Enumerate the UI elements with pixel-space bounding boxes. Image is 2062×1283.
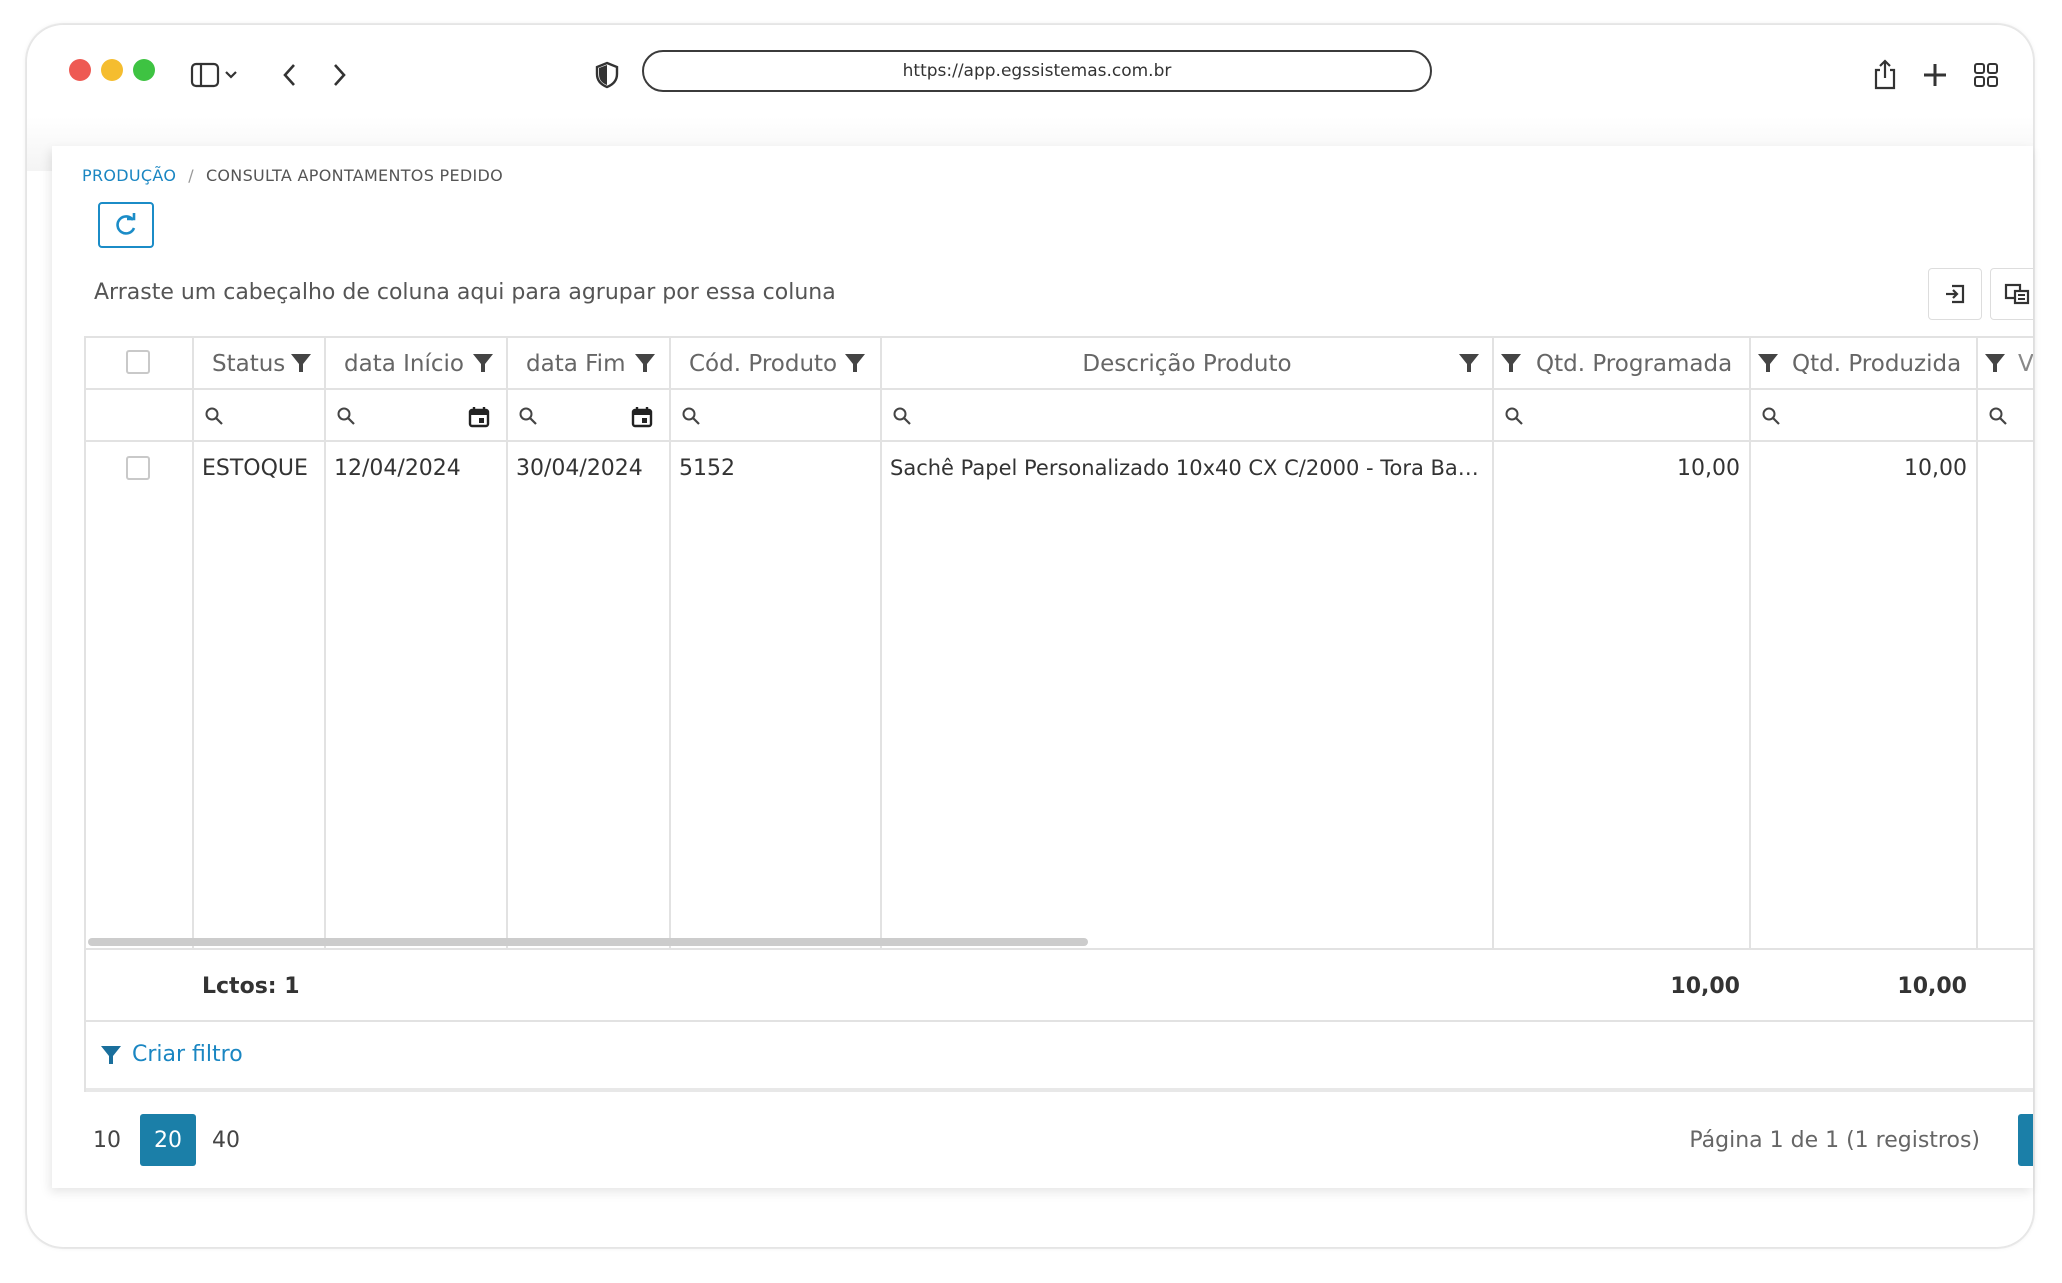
data-grid: Status data Início data Fim Cód. Produto… [84,336,2033,1092]
export-icon [1946,284,1965,304]
create-filter-label: Criar filtro [132,1042,243,1067]
column-header-truncated[interactable]: V [2018,338,2033,390]
create-filter-link[interactable]: Criar filtro [100,1042,243,1067]
summary-qtd-produzida: 10,00 [1897,974,1967,999]
pager: 10 20 40 Página 1 de 1 (1 registros) 1 [84,1106,2033,1166]
refresh-button[interactable] [98,202,154,248]
filter-funnel-icon[interactable] [1984,352,2006,374]
forward-arrow-icon[interactable] [329,61,349,89]
filter-funnel-icon[interactable] [1458,352,1480,374]
url-bar[interactable]: https://app.egssistemas.com.br [642,50,1432,92]
column-header-descricao[interactable]: Descrição Produto [882,338,1492,390]
minimize-window-button[interactable] [101,59,123,81]
column-header-status[interactable]: Status [212,338,285,390]
tab-overview-icon[interactable] [1973,62,1999,88]
close-window-button[interactable] [69,59,91,81]
breadcrumb-parent-link[interactable]: PRODUÇÃO [82,166,176,185]
row-checkbox[interactable] [126,456,150,480]
column-header-data-inicio[interactable]: data Início [344,338,464,390]
page-size-40[interactable]: 40 [204,1114,248,1166]
page-info: Página 1 de 1 (1 registros) [1689,1128,1980,1153]
new-tab-plus-icon[interactable] [1922,62,1948,88]
search-icon[interactable] [518,406,538,426]
filter-funnel-icon[interactable] [844,352,866,374]
maximize-window-button[interactable] [133,59,155,81]
search-icon[interactable] [892,406,912,426]
refresh-icon [116,213,136,235]
sidebar-toggle-icon[interactable] [190,61,238,89]
page-number-button[interactable]: 1 [2018,1114,2033,1166]
column-chooser-button[interactable] [1990,268,2033,320]
column-chooser-icon [2004,283,2030,305]
cell-data-inicio: 12/04/2024 [334,456,461,481]
cell-qtd-produzida: 10,00 [1904,456,1967,481]
summary-qtd-programada: 10,00 [1670,974,1740,999]
filter-funnel-icon [101,1045,121,1064]
column-header-data-fim[interactable]: data Fim [526,338,625,390]
filter-funnel-icon[interactable] [1500,352,1522,374]
filter-builder-row: Criar filtro [86,1022,2033,1092]
column-header-qtd-produzida[interactable]: Qtd. Produzida [1792,338,1961,390]
cell-qtd-programada: 10,00 [1677,456,1740,481]
search-icon[interactable] [204,406,224,426]
group-by-hint: Arraste um cabeçalho de coluna aqui para… [94,280,836,305]
horizontal-scrollbar[interactable] [88,938,1088,946]
cell-descricao: Sachê Papel Personalizado 10x40 CX C/200… [890,456,1482,480]
calendar-icon[interactable] [631,406,653,428]
column-header-qtd-programada[interactable]: Qtd. Programada [1536,338,1732,390]
cell-status: ESTOQUE [202,456,308,481]
breadcrumb: PRODUÇÃO / CONSULTA APONTAMENTOS PEDIDO [82,166,503,185]
share-icon[interactable] [1872,59,1898,91]
page-size-20[interactable]: 20 [140,1114,196,1166]
page-size-10[interactable]: 10 [90,1114,124,1166]
filter-funnel-icon[interactable] [290,352,312,374]
page-content: PRODUÇÃO / CONSULTA APONTAMENTOS PEDIDO Ar… [52,146,2033,1188]
grid-filter-row [86,390,2033,442]
browser-toolbar: https://app.egssistemas.com.br [27,25,2033,117]
breadcrumb-separator: / [188,166,194,185]
summary-count: Lctos: 1 [202,974,300,999]
search-icon[interactable] [1504,406,1524,426]
search-icon[interactable] [1988,406,2008,426]
cell-data-fim: 30/04/2024 [516,456,643,481]
back-arrow-icon[interactable] [280,61,300,89]
export-button[interactable] [1928,268,1982,320]
filter-funnel-icon[interactable] [1757,352,1779,374]
filter-funnel-icon[interactable] [634,352,656,374]
cell-cod-produto: 5152 [679,456,735,481]
grid-header-row: Status data Início data Fim Cód. Produto… [86,338,2033,390]
search-icon[interactable] [1761,406,1781,426]
column-header-cod-produto[interactable]: Cód. Produto [689,338,837,390]
filter-funnel-icon[interactable] [472,352,494,374]
breadcrumb-current: CONSULTA APONTAMENTOS PEDIDO [205,166,504,185]
url-text: https://app.egssistemas.com.br [902,61,1172,81]
search-icon[interactable] [681,406,701,426]
shield-icon[interactable] [595,61,619,89]
select-all-checkbox[interactable] [126,350,150,374]
grid-summary-row: Lctos: 1 10,00 10,00 [86,948,2033,1022]
search-icon[interactable] [336,406,356,426]
calendar-icon[interactable] [468,406,490,428]
